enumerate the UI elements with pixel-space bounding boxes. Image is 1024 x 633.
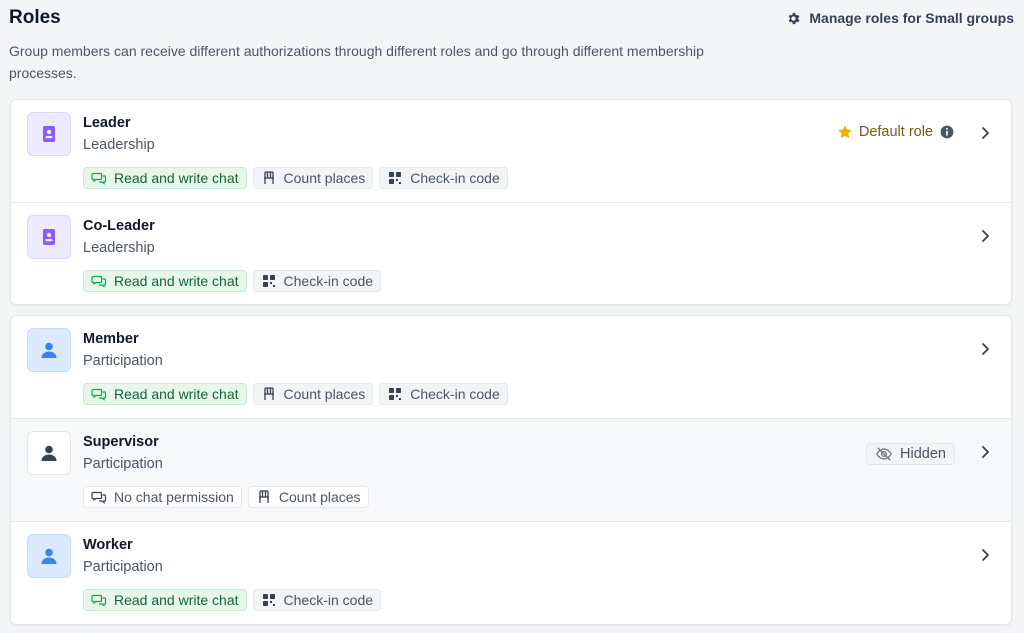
role-name: Supervisor (83, 434, 159, 450)
role-category: Participation (83, 353, 163, 369)
chair-icon (258, 490, 269, 503)
chevron-right-icon[interactable] (977, 444, 993, 460)
permission-tag-checkin: Check-in code (252, 589, 382, 611)
qr-code-icon (262, 275, 275, 287)
chevron-right-icon[interactable] (977, 125, 993, 141)
role-category: Leadership (83, 240, 155, 256)
permission-tag-chat: Read and write chat (83, 270, 247, 292)
chevron-right-icon[interactable] (977, 341, 993, 357)
user-icon (41, 548, 57, 564)
chat-bubbles-icon (91, 388, 107, 401)
permission-tag-count: Count places (252, 167, 374, 189)
permission-tag-chat: Read and write chat (83, 167, 247, 189)
role-row-supervisor[interactable]: Supervisor Participation Hidden No chat … (11, 419, 1011, 522)
qr-code-icon (262, 594, 275, 606)
chevron-right-icon[interactable] (977, 547, 993, 563)
badge-icon (43, 229, 55, 245)
page-description: Group members can receive different auth… (9, 43, 704, 81)
chat-bubbles-icon (91, 594, 107, 607)
permission-tags: No chat permission Count places (83, 486, 369, 508)
permission-tag-checkin: Check-in code (252, 270, 382, 292)
role-name: Leader (83, 115, 131, 131)
leadership-roles-card: Leader Leadership Default role Read and (10, 99, 1012, 305)
permission-tag-count: Count places (247, 486, 369, 508)
manage-roles-button[interactable]: Manage roles for Small groups (786, 10, 1014, 26)
permission-tags: Read and write chat Check-in code (83, 589, 382, 611)
permission-tag-checkin: Check-in code (379, 167, 508, 189)
participation-roles-card: Member Participation Read and write chat… (10, 315, 1012, 625)
chat-bubbles-icon (91, 491, 107, 504)
page-header: Roles Manage roles for Small groups Grou… (9, 6, 1014, 84)
permission-tags: Read and write chat Count places Check-i… (83, 383, 508, 405)
role-avatar (27, 112, 71, 156)
permission-tag-chat: Read and write chat (83, 383, 247, 405)
role-category: Participation (83, 559, 163, 575)
permission-tag-checkin: Check-in code (379, 383, 508, 405)
qr-code-icon (389, 388, 402, 400)
role-category: Participation (83, 456, 163, 472)
hidden-badge: Hidden (866, 443, 955, 465)
role-row-member[interactable]: Member Participation Read and write chat… (11, 316, 1011, 419)
role-avatar (27, 431, 71, 475)
role-avatar (27, 215, 71, 259)
permission-tag-count: Count places (252, 383, 374, 405)
qr-code-icon (389, 172, 402, 184)
user-icon (41, 445, 57, 461)
badge-icon (43, 126, 55, 142)
permission-tags: Read and write chat Check-in code (83, 270, 382, 292)
role-name: Member (83, 331, 139, 347)
permission-tag-no-chat: No chat permission (83, 486, 242, 508)
chair-icon (263, 387, 274, 400)
chair-icon (263, 171, 274, 184)
permission-tag-chat: Read and write chat (83, 589, 247, 611)
chevron-right-icon[interactable] (977, 228, 993, 244)
user-icon (41, 342, 57, 358)
role-category: Leadership (83, 137, 155, 153)
eye-slash-icon (876, 447, 892, 461)
info-icon[interactable] (939, 124, 955, 140)
default-role-badge: Default role (837, 124, 955, 140)
permission-tags: Read and write chat Count places Check-i… (83, 167, 508, 189)
hidden-label: Hidden (900, 446, 946, 462)
chat-bubbles-icon (91, 275, 107, 288)
role-name: Co-Leader (83, 218, 155, 234)
default-role-label: Default role (858, 124, 933, 140)
gear-icon (789, 12, 800, 24)
star-icon (838, 125, 852, 139)
role-row-co-leader[interactable]: Co-Leader Leadership Read and write chat (11, 203, 1011, 304)
role-avatar (27, 534, 71, 578)
role-name: Worker (83, 537, 133, 553)
chat-bubbles-icon (91, 172, 107, 185)
role-row-leader[interactable]: Leader Leadership Default role Read and (11, 100, 1011, 203)
role-row-worker[interactable]: Worker Participation Read and write chat (11, 522, 1011, 624)
manage-roles-label: Manage roles for Small groups (809, 10, 1014, 26)
role-avatar (27, 328, 71, 372)
